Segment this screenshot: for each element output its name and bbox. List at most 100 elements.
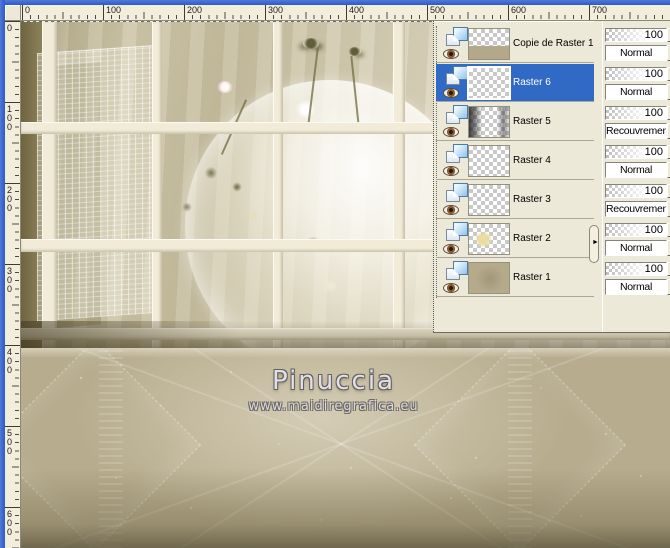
layer-thumbnail	[468, 106, 510, 138]
ruler-label: 200	[187, 5, 203, 15]
layer-thumbnail	[468, 223, 510, 255]
kaleidoscope-floor: Pinuccia www.maidiregrafica.eu	[21, 348, 670, 548]
blend-mode-dropdown[interactable]: Recouvrement	[605, 201, 667, 217]
ruler-label: 300	[7, 266, 13, 294]
ruler-major-tick	[5, 345, 20, 346]
ruler-label: 500	[7, 428, 13, 456]
layer-row-raster-5[interactable]: Raster 5	[436, 103, 594, 141]
watermark-url: www.maidiregrafica.eu	[248, 399, 419, 414]
opacity-slider[interactable]: 100	[605, 145, 667, 159]
ruler-label: 500	[430, 5, 446, 15]
ruler-medium-ticks	[12, 21, 19, 548]
raster-layer-icon	[446, 144, 470, 166]
layer-name: Raster 1	[513, 272, 551, 283]
layer-name: Raster 3	[513, 194, 551, 205]
opacity-slider[interactable]: 100	[605, 262, 667, 276]
ruler-major-tick	[5, 102, 20, 103]
ruler-major-tick	[5, 264, 20, 265]
ruler-label: 0	[25, 5, 31, 15]
opacity-slider[interactable]: 100	[605, 223, 667, 237]
layer-row-raster-4[interactable]: Raster 4	[436, 142, 594, 180]
opacity-blend-panel: 100 Normal 100 Normal 100 Recouvrement 1…	[602, 21, 670, 332]
seed-head-flower	[348, 47, 361, 56]
blend-mode-dropdown[interactable]: Normal	[605, 279, 667, 295]
blend-mode-dropdown[interactable]: Normal	[605, 84, 667, 100]
grid-bar	[393, 21, 405, 348]
layer-thumbnail	[468, 184, 510, 216]
splitter-grip[interactable]: ►	[589, 225, 599, 263]
layer-controls-raster-3: 100 Recouvrement	[603, 182, 670, 221]
grid-bar	[42, 21, 57, 348]
horizontal-ruler[interactable]: 0 100 200 300 400 500 600 700	[21, 5, 670, 21]
ruler-label: 100	[106, 5, 122, 15]
visibility-eye-icon[interactable]	[443, 127, 459, 137]
grid-bar	[152, 21, 162, 348]
ruler-label: 400	[7, 347, 13, 375]
grid-bar	[273, 21, 283, 348]
visibility-eye-icon[interactable]	[443, 88, 459, 98]
ruler-label: 700	[592, 5, 608, 15]
visibility-eye-icon[interactable]	[443, 49, 459, 59]
raster-layer-icon	[446, 183, 470, 205]
ruler-major-tick	[265, 5, 266, 20]
white-flower	[217, 81, 233, 93]
layer-controls-raster-4: 100 Normal	[603, 143, 670, 182]
layer-row-raster-3[interactable]: Raster 3	[436, 181, 594, 219]
opacity-value: 100	[644, 68, 663, 80]
blend-mode-dropdown[interactable]: Normal	[605, 45, 667, 61]
layer-controls-raster-5: 100 Recouvrement	[603, 104, 670, 143]
opacity-slider[interactable]: 100	[605, 67, 667, 81]
ruler-label: 0	[7, 23, 13, 33]
ruler-major-tick	[22, 5, 23, 20]
opacity-slider[interactable]: 100	[605, 106, 667, 120]
raster-layer-icon	[446, 105, 470, 127]
ruler-label: 200	[7, 185, 13, 213]
layer-row-copie-de-raster-1[interactable]: Copie de Raster 1	[436, 25, 594, 63]
blend-mode-dropdown[interactable]: Recouvrement	[605, 123, 667, 139]
palette-splitter[interactable]	[594, 21, 602, 332]
watermark-title: Pinuccia	[271, 366, 396, 396]
ruler-major-tick	[508, 5, 509, 20]
layer-controls-raster-2: 100 Normal	[603, 221, 670, 260]
seed-head-flower	[303, 38, 319, 49]
ruler-major-tick	[346, 5, 347, 20]
opacity-value: 100	[644, 263, 663, 275]
opacity-value: 100	[644, 146, 663, 158]
layer-name: Raster 6	[513, 77, 551, 88]
ruler-label: 600	[511, 5, 527, 15]
layers-palette: Copie de Raster 1 Raster 6 Raster 5 Rast…	[433, 21, 670, 332]
ruler-label: 400	[349, 5, 365, 15]
raster-layer-icon	[446, 66, 470, 88]
raster-layer-icon	[446, 261, 470, 283]
layer-thumbnail	[468, 67, 510, 99]
vertical-ruler[interactable]: 0 100 200 300 400 500 600	[5, 21, 21, 548]
ruler-major-tick	[5, 183, 20, 184]
layer-name: Copie de Raster 1	[513, 38, 594, 49]
visibility-eye-icon[interactable]	[443, 166, 459, 176]
ruler-major-tick	[5, 426, 20, 427]
layer-row-raster-1[interactable]: Raster 1	[436, 259, 594, 297]
ruler-major-tick	[589, 5, 590, 20]
splitter-arrow-icon: ►	[592, 239, 599, 246]
opacity-value: 100	[644, 107, 663, 119]
visibility-eye-icon[interactable]	[443, 283, 459, 293]
opacity-value: 100	[644, 185, 663, 197]
blend-mode-dropdown[interactable]: Normal	[605, 162, 667, 178]
layer-row-raster-2[interactable]: Raster 2	[436, 220, 594, 258]
layer-thumbnail	[468, 28, 510, 60]
blend-mode-dropdown[interactable]: Normal	[605, 240, 667, 256]
layer-row-raster-6[interactable]: Raster 6	[436, 64, 594, 102]
opacity-slider[interactable]: 100	[605, 184, 667, 198]
visibility-eye-icon[interactable]	[443, 244, 459, 254]
layer-thumbnail	[468, 145, 510, 177]
ruler-major-tick	[427, 5, 428, 20]
ruler-major-tick	[184, 5, 185, 20]
floor-top-fade	[21, 348, 670, 358]
layer-controls-raster-1: 100 Normal	[603, 260, 670, 299]
opacity-slider[interactable]: 100	[605, 28, 667, 42]
visibility-eye-icon[interactable]	[443, 205, 459, 215]
layer-thumbnail	[468, 262, 510, 294]
layer-name: Raster 5	[513, 116, 551, 127]
mirror-seam-shadow	[21, 321, 241, 348]
raster-layer-icon	[446, 222, 470, 244]
